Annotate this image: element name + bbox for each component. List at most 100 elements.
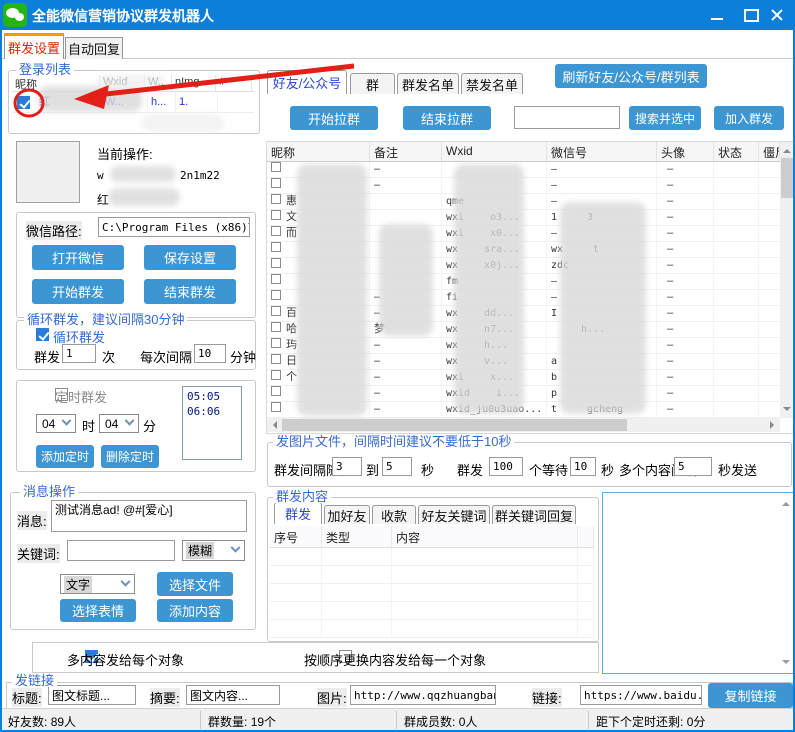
tab-friends-accounts[interactable]: 好友/公众号	[267, 70, 347, 94]
interval-batch-input[interactable]: 100	[489, 457, 523, 476]
link-image-input[interactable]: http://www.qqzhuangban.c	[350, 685, 496, 705]
add-to-send-button[interactable]: 加入群发	[714, 106, 784, 130]
loop-send-checkbox[interactable]	[36, 328, 49, 341]
tab-banned-list[interactable]: 禁发名单	[461, 73, 523, 94]
timed-send-checkbox-label[interactable]: 定时群发	[55, 387, 107, 406]
tab-send-list[interactable]: 群发名单	[397, 73, 459, 94]
contacts-col-header[interactable]: 头像	[657, 142, 714, 161]
content-tab-group-keyword[interactable]: 群关键词回复	[492, 505, 576, 524]
contact-row-checkbox[interactable]	[271, 242, 281, 252]
contact-row-checkbox[interactable]	[271, 290, 281, 300]
contacts-col-header[interactable]: 昵称	[267, 142, 370, 161]
interval-multi-input[interactable]: 5	[674, 457, 712, 476]
contact-status	[714, 226, 759, 242]
output-textarea[interactable]	[602, 492, 795, 674]
contacts-col-header[interactable]: 微信号	[547, 142, 657, 161]
scroll-down-icon[interactable]	[782, 660, 790, 668]
contact-avatar: –	[657, 274, 714, 290]
link-url-input[interactable]: https://www.baidu.com/	[580, 685, 702, 705]
save-settings-button[interactable]: 保存设置	[144, 245, 236, 270]
contact-row-checkbox[interactable]	[271, 402, 281, 412]
add-timer-button[interactable]: 添加定时	[36, 445, 94, 468]
search-input[interactable]	[514, 106, 620, 129]
link-summary-input[interactable]: 图文内容...	[186, 685, 280, 705]
keyword-input[interactable]	[67, 540, 175, 561]
send-interval-title: 发图片文件，间隔时间建议不要低于10秒	[273, 435, 514, 448]
content-row[interactable]	[270, 620, 594, 638]
match-mode-select[interactable]: 模糊	[182, 540, 245, 561]
select-file-button[interactable]: 选择文件	[157, 572, 233, 596]
contact-zombie	[759, 178, 780, 194]
minimize-button[interactable]	[706, 8, 728, 22]
content-row[interactable]	[270, 584, 594, 602]
content-row[interactable]	[270, 566, 594, 584]
sequential-label[interactable]: 按顺序更换内容发给每一个对象	[304, 650, 486, 669]
timer-item[interactable]: 05:05	[187, 389, 237, 404]
contact-zombie	[759, 194, 780, 210]
contact-row-checkbox[interactable]	[271, 354, 281, 364]
delete-timer-button[interactable]: 删除定时	[101, 445, 159, 468]
loop-interval-input[interactable]: 10	[194, 344, 226, 363]
contact-row-checkbox[interactable]	[271, 322, 281, 332]
contacts-hscrollbar[interactable]	[267, 418, 780, 432]
contact-row-checkbox[interactable]	[271, 162, 281, 172]
contacts-col-header[interactable]: 僵尸	[759, 142, 780, 161]
content-type-select[interactable]: 文字	[60, 574, 135, 594]
content-row[interactable]	[270, 548, 594, 566]
content-row[interactable]	[270, 602, 594, 620]
contact-row-checkbox[interactable]	[271, 338, 281, 348]
content-tab-payment[interactable]: 收款	[372, 505, 416, 524]
copy-link-button[interactable]: 复制链接	[708, 683, 793, 708]
start-send-button[interactable]: 开始群发	[32, 279, 124, 304]
contact-row-checkbox[interactable]	[271, 178, 281, 188]
contact-zombie	[759, 386, 780, 402]
interval-wait-input[interactable]: 10	[570, 457, 596, 476]
contacts-col-header[interactable]: Wxid	[442, 142, 547, 161]
start-pull-group-button[interactable]: 开始拉群	[290, 106, 378, 130]
select-emoji-button[interactable]: 选择表情	[60, 599, 136, 622]
hour-select[interactable]: 04	[36, 414, 76, 433]
interval-to-input[interactable]: 5	[382, 457, 412, 476]
tab-groups[interactable]: 群	[350, 73, 395, 94]
content-tab-send[interactable]: 群发	[274, 502, 322, 524]
contacts-vscrollbar[interactable]	[780, 142, 794, 418]
stop-send-button[interactable]: 结束群发	[144, 279, 236, 304]
contacts-col-header[interactable]: 状态	[714, 142, 759, 161]
content-tab-friend-keyword[interactable]: 好友关键词	[418, 505, 490, 524]
login-row-checkbox[interactable]	[17, 96, 30, 109]
contact-row-checkbox[interactable]	[271, 370, 281, 380]
close-button[interactable]	[766, 8, 788, 22]
contact-row-checkbox[interactable]	[271, 194, 281, 204]
wechat-path-input[interactable]: C:\Program Files (x86)\	[98, 217, 250, 237]
maximize-button[interactable]	[740, 8, 762, 22]
minute-select[interactable]: 04	[99, 414, 139, 433]
stop-pull-group-button[interactable]: 结束拉群	[403, 106, 491, 130]
scroll-up-icon[interactable]	[782, 498, 790, 506]
refresh-lists-button[interactable]: 刷新好友/公众号/群列表	[555, 64, 707, 88]
contact-row-checkbox[interactable]	[271, 386, 281, 396]
message-textarea[interactable]: 测试消息ad! @#[爱心]	[51, 500, 247, 532]
tab-send-settings[interactable]: 群发设置	[4, 33, 64, 59]
loop-times-input[interactable]: 1	[62, 344, 96, 363]
title-bar: 全能微信营销协议群发机器人	[0, 0, 795, 30]
contact-zombie	[759, 402, 780, 418]
add-content-button[interactable]: 添加内容	[157, 599, 233, 622]
contact-row-checkbox[interactable]	[271, 274, 281, 284]
contact-row-checkbox[interactable]	[271, 226, 281, 236]
interval-from-input[interactable]: 3	[332, 457, 362, 476]
contact-row-checkbox[interactable]	[271, 210, 281, 220]
timer-list[interactable]: 05:05 06:06	[182, 386, 242, 460]
contacts-col-header[interactable]: 备注	[370, 142, 442, 161]
link-title-input[interactable]: 图文标题...	[48, 685, 136, 705]
content-tab-add-friend[interactable]: 加好友	[324, 505, 370, 524]
minute-value: 04	[103, 417, 120, 431]
contact-nickname: 日	[286, 355, 297, 367]
tab-auto-reply[interactable]: 自动回复	[65, 37, 123, 59]
open-wechat-button[interactable]: 打开微信	[32, 245, 124, 270]
search-select-button[interactable]: 搜索并选中	[629, 106, 701, 130]
contact-row-checkbox[interactable]	[271, 306, 281, 316]
multi-content-label[interactable]: 多内容发给每个对象	[67, 650, 184, 669]
window-title: 全能微信营销协议群发机器人	[32, 6, 214, 26]
contact-row-checkbox[interactable]	[271, 258, 281, 268]
timer-item[interactable]: 06:06	[187, 404, 237, 419]
